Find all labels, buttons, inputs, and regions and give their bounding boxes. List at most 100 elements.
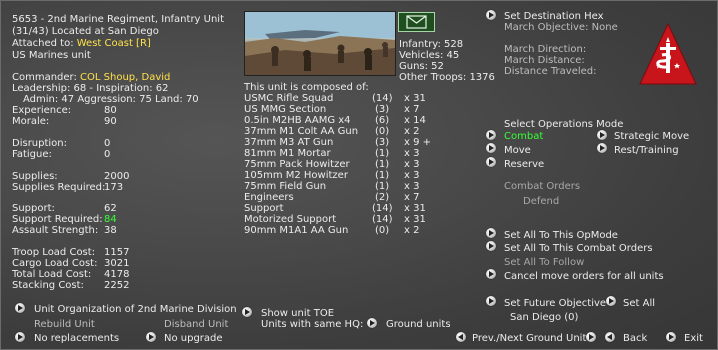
unit-organization-button[interactable]: Unit Organization of 2nd Marine Division bbox=[34, 304, 237, 315]
strategic-move-arrow-icon[interactable] bbox=[597, 130, 607, 140]
prev-next-ground-unit-label: Prev./Next Ground Unit bbox=[472, 333, 587, 344]
disband-unit-button[interactable]: Disband Unit bbox=[164, 319, 228, 330]
ops-strategic-move-button[interactable]: Strategic Move bbox=[614, 131, 689, 142]
show-unit-toe-button[interactable]: Show unit TOE bbox=[261, 308, 334, 319]
device-qty: x 31 bbox=[404, 93, 426, 104]
future-objective-arrow-icon[interactable] bbox=[486, 296, 496, 306]
move-mode-arrow-icon[interactable] bbox=[486, 143, 496, 153]
device-qty: x 14 bbox=[404, 115, 426, 126]
replacements-toggle[interactable]: No replacements bbox=[34, 333, 119, 344]
device-name: 75mm Field Gun bbox=[244, 181, 327, 192]
infantry-count: Infantry: 528 bbox=[399, 39, 464, 50]
stat-value: 2000 bbox=[104, 171, 130, 182]
combat-mode-arrow-icon[interactable] bbox=[486, 130, 496, 140]
unit-photo bbox=[244, 11, 396, 76]
march-distance: March Distance: bbox=[504, 55, 585, 66]
guns-count: Guns: 52 bbox=[399, 61, 444, 72]
unit-organization-arrow-icon[interactable] bbox=[15, 303, 25, 313]
device-name: Motorized Support bbox=[244, 214, 337, 225]
other-troops-count: Other Troops: 1376 bbox=[399, 72, 495, 83]
set-future-objective-button[interactable]: Set Future Objective bbox=[504, 298, 606, 309]
commander-ratings: Admin: 47 Aggression: 75 Land: 70 bbox=[23, 94, 199, 105]
exit-arrow-icon[interactable] bbox=[666, 332, 676, 342]
next-unit-arrow-icon[interactable] bbox=[586, 332, 596, 342]
commander-name-link[interactable]: COL Shoup, David bbox=[80, 72, 170, 83]
set-all-opmode-button[interactable]: Set All To This OpMode bbox=[504, 230, 618, 241]
back-button[interactable]: Back bbox=[623, 333, 647, 344]
set-all-combat-orders-button[interactable]: Set All To This Combat Orders bbox=[504, 243, 653, 254]
prev-unit-arrow-icon[interactable] bbox=[456, 332, 466, 342]
combat-orders-value[interactable]: Defend bbox=[523, 196, 559, 207]
set-all-opmode-arrow-icon[interactable] bbox=[486, 228, 496, 238]
reserve-mode-arrow-icon[interactable] bbox=[486, 157, 496, 167]
device-qty: x 7 bbox=[404, 104, 420, 115]
ops-combat-button[interactable]: Combat bbox=[504, 131, 543, 142]
rebuild-unit-button[interactable]: Rebuild Unit bbox=[34, 319, 95, 330]
attached-label: Attached to: bbox=[12, 38, 74, 49]
device-name: USMC Rifle Squad bbox=[244, 93, 334, 104]
device-name: Support bbox=[244, 203, 284, 214]
stat-label: Morale: bbox=[12, 116, 50, 127]
device-ready: (1) bbox=[375, 170, 390, 181]
commander-line: Commander: COL Shoup, David bbox=[12, 72, 170, 83]
device-qty: x 9 + bbox=[404, 137, 432, 148]
mail-icon[interactable] bbox=[398, 12, 435, 32]
units-same-hq-label: Units with same HQ: bbox=[261, 319, 364, 330]
set-all-combat-arrow-icon[interactable] bbox=[486, 241, 496, 251]
stat-value: 0 bbox=[104, 138, 111, 149]
replacements-arrow-icon[interactable] bbox=[15, 332, 25, 342]
unit-detail-panel: 5653 - 2nd Marine Regiment, Infantry Uni… bbox=[0, 0, 718, 350]
stat-value: 173 bbox=[104, 182, 124, 193]
set-all-follow-button[interactable]: Set All To Follow bbox=[504, 257, 584, 268]
stat-label: Support: bbox=[12, 203, 55, 214]
ops-reserve-button[interactable]: Reserve bbox=[504, 159, 544, 170]
commander-label: Commander: bbox=[12, 72, 77, 83]
stat-label: Troop Load Cost: bbox=[12, 247, 96, 258]
device-ready: (3) bbox=[375, 137, 390, 148]
stat-label: Fatigue: bbox=[12, 149, 52, 160]
device-ready: (1) bbox=[375, 148, 390, 159]
device-name: Engineers bbox=[244, 192, 294, 203]
ground-units-filter[interactable]: Ground units bbox=[386, 319, 451, 330]
stat-value: 2252 bbox=[104, 280, 130, 291]
vehicles-count: Vehicles: 45 bbox=[399, 50, 460, 61]
ops-mode-header: Select Operations Mode bbox=[504, 119, 624, 130]
device-ready: (0) bbox=[375, 225, 390, 236]
set-destination-arrow-icon[interactable] bbox=[486, 10, 496, 20]
stat-value: 3021 bbox=[104, 258, 130, 269]
ground-units-arrow-icon[interactable] bbox=[367, 318, 377, 328]
ops-move-button[interactable]: Move bbox=[504, 145, 531, 156]
device-name: 105mm M2 Howitzer bbox=[244, 170, 348, 181]
device-qty: x 2 bbox=[404, 126, 420, 137]
device-name: 90mm M1A1 AA Gun bbox=[244, 225, 349, 236]
device-qty: x 3 bbox=[404, 170, 420, 181]
unit-nation: US Marines unit bbox=[12, 50, 91, 61]
device-ready: (14) bbox=[372, 93, 393, 104]
march-direction: March Direction: bbox=[504, 44, 587, 55]
cancel-moves-arrow-icon[interactable] bbox=[486, 269, 496, 279]
exit-button[interactable]: Exit bbox=[684, 333, 703, 344]
back-arrow-icon[interactable] bbox=[605, 332, 615, 342]
distance-traveled: Distance Traveled: bbox=[504, 66, 597, 77]
device-ready: (2) bbox=[375, 192, 390, 203]
ops-rest-training-button[interactable]: Rest/Training bbox=[614, 145, 679, 156]
device-name: 75mm Pack Howitzer bbox=[244, 159, 350, 170]
stat-label: Support Required: bbox=[12, 214, 103, 225]
stat-label: Supplies: bbox=[12, 171, 58, 182]
upgrade-arrow-icon[interactable] bbox=[146, 332, 156, 342]
unit-title: 5653 - 2nd Marine Regiment, Infantry Uni… bbox=[12, 14, 225, 25]
unit-location: (31/43) Located at San Diego bbox=[12, 26, 159, 37]
stat-value: 0 bbox=[104, 149, 111, 160]
cancel-move-orders-button[interactable]: Cancel move orders for all units bbox=[504, 271, 664, 282]
set-destination-button[interactable]: Set Destination Hex bbox=[504, 11, 604, 22]
attached-hq-link[interactable]: West Coast [R] bbox=[77, 38, 151, 49]
set-all-button[interactable]: Set All bbox=[623, 298, 655, 309]
upgrade-toggle[interactable]: No upgrade bbox=[164, 333, 223, 344]
device-ready: (14) bbox=[372, 203, 393, 214]
show-toe-arrow-icon[interactable] bbox=[242, 307, 252, 317]
stat-label: Cargo Load Cost: bbox=[12, 258, 98, 269]
stat-value: 90 bbox=[104, 116, 117, 127]
set-all-arrow-icon[interactable] bbox=[606, 296, 616, 306]
stat-label: Stacking Cost: bbox=[12, 280, 84, 291]
rest-training-arrow-icon[interactable] bbox=[597, 143, 607, 153]
